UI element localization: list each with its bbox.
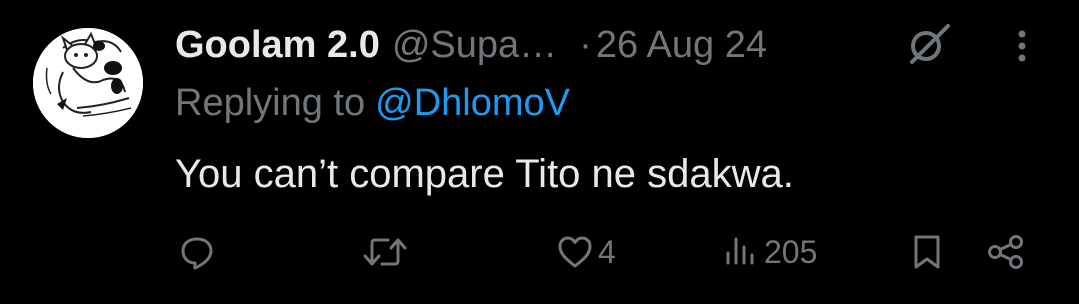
user-handle[interactable]: @Supa… bbox=[392, 24, 557, 67]
views-button[interactable]: 205 bbox=[722, 230, 817, 274]
share-icon bbox=[988, 235, 1023, 269]
reply-prefix: Replying to bbox=[175, 82, 366, 124]
display-name[interactable]: Goolam 2.0 bbox=[175, 24, 380, 67]
bookmark-icon bbox=[914, 235, 940, 269]
separator-dot: · bbox=[579, 23, 592, 66]
reply-icon bbox=[181, 237, 213, 270]
avatar-image bbox=[33, 28, 143, 138]
avatar[interactable] bbox=[33, 28, 143, 138]
views-chart-icon bbox=[726, 237, 754, 265]
reply-button[interactable] bbox=[178, 230, 220, 274]
more-vertical-icon[interactable] bbox=[1004, 26, 1040, 66]
retweet-button[interactable] bbox=[362, 230, 412, 274]
action-bar: 4 205 bbox=[0, 222, 1079, 282]
bookmark-button[interactable] bbox=[910, 230, 944, 274]
tweet[interactable]: Goolam 2.0 @Supa… · 26 Aug 24 Replying t… bbox=[0, 0, 1079, 304]
heart-icon bbox=[558, 236, 592, 268]
like-button[interactable]: 4 bbox=[556, 230, 616, 274]
tweet-text: You can’t compare Tito ne sdakwa. bbox=[175, 152, 794, 196]
share-button[interactable] bbox=[986, 230, 1026, 274]
view-count: 205 bbox=[764, 233, 818, 270]
tweet-header: Goolam 2.0 @Supa… · 26 Aug 24 bbox=[175, 22, 767, 68]
timestamp[interactable]: 26 Aug 24 bbox=[596, 24, 767, 67]
like-count: 4 bbox=[598, 233, 616, 270]
reply-handle-link[interactable]: @DhlomoV bbox=[375, 82, 570, 124]
replying-to: Replying to @DhlomoV bbox=[175, 82, 570, 125]
grok-icon[interactable] bbox=[904, 22, 954, 68]
retweet-icon bbox=[363, 238, 407, 266]
